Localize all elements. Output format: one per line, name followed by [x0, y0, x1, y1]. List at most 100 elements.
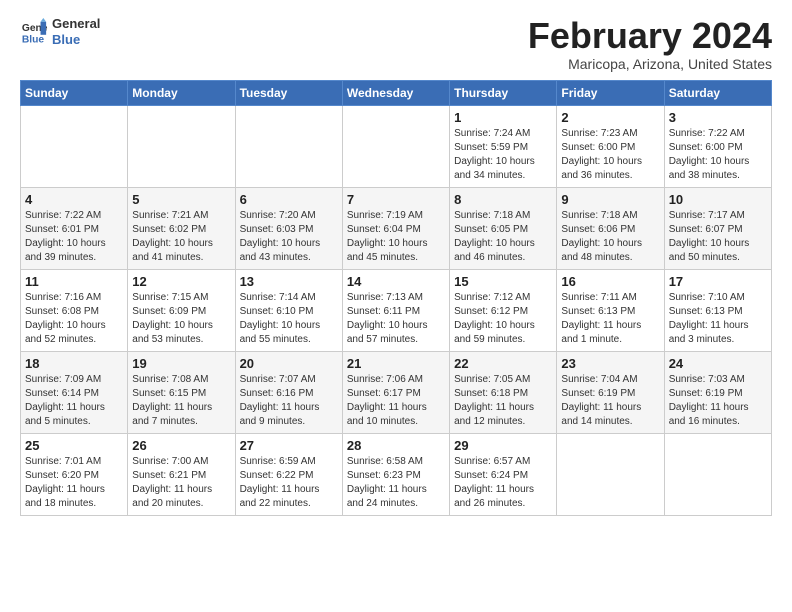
day-info: Sunrise: 7:19 AM Sunset: 6:04 PM Dayligh…: [347, 209, 445, 265]
day-info: Sunrise: 7:18 AM Sunset: 6:06 PM Dayligh…: [561, 209, 659, 265]
day-number: 16: [561, 274, 659, 289]
day-info: Sunrise: 6:57 AM Sunset: 6:24 PM Dayligh…: [454, 455, 552, 511]
day-info: Sunrise: 7:20 AM Sunset: 6:03 PM Dayligh…: [240, 209, 338, 265]
day-number: 10: [669, 192, 767, 207]
day-info: Sunrise: 6:59 AM Sunset: 6:22 PM Dayligh…: [240, 455, 338, 511]
day-number: 3: [669, 110, 767, 125]
calendar-cell: 27 Sunrise: 6:59 AM Sunset: 6:22 PM Dayli…: [235, 433, 342, 515]
day-number: 19: [132, 356, 230, 371]
calendar-week-row: 18Sunrise: 7:09 AM Sunset: 6:14 PM Dayli…: [21, 351, 772, 433]
calendar-cell: [21, 105, 128, 187]
calendar-cell: 19 Sunrise: 7:08 AM Sunset: 6:15 PM Dayli…: [128, 351, 235, 433]
month-title: February 2024: [528, 16, 772, 56]
day-number: 8: [454, 192, 552, 207]
day-number: 25: [25, 438, 123, 453]
calendar-cell: 26 Sunrise: 7:00 AM Sunset: 6:21 PM Dayli…: [128, 433, 235, 515]
calendar-cell: [557, 433, 664, 515]
day-number: 12: [132, 274, 230, 289]
calendar-cell: 9 Sunrise: 7:18 AM Sunset: 6:06 PM Daylig…: [557, 187, 664, 269]
day-info: Sunrise: 7:22 AM Sunset: 6:00 PM Dayligh…: [669, 127, 767, 183]
calendar-cell: 22Sunrise: 7:05 AM Sunset: 6:18 PM Dayli…: [450, 351, 557, 433]
subtitle: Maricopa, Arizona, United States: [528, 56, 772, 72]
day-number: 20: [240, 356, 338, 371]
calendar-cell: [235, 105, 342, 187]
calendar-cell: 11 Sunrise: 7:16 AM Sunset: 6:08 PM Dayli…: [21, 269, 128, 351]
day-info: Sunrise: 7:07 AM Sunset: 6:16 PM Dayligh…: [240, 373, 338, 429]
svg-text:Blue: Blue: [22, 34, 45, 45]
calendar-cell: 29 Sunrise: 6:57 AM Sunset: 6:24 PM Dayli…: [450, 433, 557, 515]
calendar-cell: 5Sunrise: 7:21 AM Sunset: 6:02 PM Daylig…: [128, 187, 235, 269]
day-info: Sunrise: 7:06 AM Sunset: 6:17 PM Dayligh…: [347, 373, 445, 429]
calendar-cell: [664, 433, 771, 515]
day-number: 13: [240, 274, 338, 289]
day-number: 5: [132, 192, 230, 207]
calendar-cell: 16 Sunrise: 7:11 AM Sunset: 6:13 PM Dayli…: [557, 269, 664, 351]
day-info: Sunrise: 7:09 AM Sunset: 6:14 PM Dayligh…: [25, 373, 123, 429]
title-block: February 2024 Maricopa, Arizona, United …: [528, 16, 772, 72]
day-number: 24: [669, 356, 767, 371]
weekday-header-friday: Friday: [557, 80, 664, 105]
day-info: Sunrise: 7:08 AM Sunset: 6:15 PM Dayligh…: [132, 373, 230, 429]
day-number: 26: [132, 438, 230, 453]
calendar-cell: 3 Sunrise: 7:22 AM Sunset: 6:00 PM Daylig…: [664, 105, 771, 187]
day-info: Sunrise: 7:18 AM Sunset: 6:05 PM Dayligh…: [454, 209, 552, 265]
calendar-cell: 2 Sunrise: 7:23 AM Sunset: 6:00 PM Daylig…: [557, 105, 664, 187]
day-info: Sunrise: 7:16 AM Sunset: 6:08 PM Dayligh…: [25, 291, 123, 347]
calendar-cell: 1 Sunrise: 7:24 AM Sunset: 5:59 PM Daylig…: [450, 105, 557, 187]
day-info: Sunrise: 7:12 AM Sunset: 6:12 PM Dayligh…: [454, 291, 552, 347]
calendar-cell: 10 Sunrise: 7:17 AM Sunset: 6:07 PM Dayli…: [664, 187, 771, 269]
calendar-cell: 18Sunrise: 7:09 AM Sunset: 6:14 PM Dayli…: [21, 351, 128, 433]
day-info: Sunrise: 7:13 AM Sunset: 6:11 PM Dayligh…: [347, 291, 445, 347]
day-info: Sunrise: 7:10 AM Sunset: 6:13 PM Dayligh…: [669, 291, 767, 347]
day-info: Sunrise: 7:24 AM Sunset: 5:59 PM Dayligh…: [454, 127, 552, 183]
calendar-cell: 28 Sunrise: 6:58 AM Sunset: 6:23 PM Dayli…: [342, 433, 449, 515]
weekday-header-wednesday: Wednesday: [342, 80, 449, 105]
header: General Blue General Blue February 2024 …: [20, 16, 772, 72]
day-number: 27: [240, 438, 338, 453]
weekday-header-row: SundayMondayTuesdayWednesdayThursdayFrid…: [21, 80, 772, 105]
day-number: 2: [561, 110, 659, 125]
calendar-week-row: 1 Sunrise: 7:24 AM Sunset: 5:59 PM Daylig…: [21, 105, 772, 187]
day-number: 23: [561, 356, 659, 371]
day-number: 9: [561, 192, 659, 207]
day-info: Sunrise: 7:03 AM Sunset: 6:19 PM Dayligh…: [669, 373, 767, 429]
calendar-cell: 23 Sunrise: 7:04 AM Sunset: 6:19 PM Dayli…: [557, 351, 664, 433]
day-info: Sunrise: 7:11 AM Sunset: 6:13 PM Dayligh…: [561, 291, 659, 347]
day-info: Sunrise: 7:23 AM Sunset: 6:00 PM Dayligh…: [561, 127, 659, 183]
day-number: 4: [25, 192, 123, 207]
logo-blue: Blue: [52, 32, 80, 47]
calendar-cell: [128, 105, 235, 187]
day-number: 14: [347, 274, 445, 289]
calendar-cell: 21Sunrise: 7:06 AM Sunset: 6:17 PM Dayli…: [342, 351, 449, 433]
day-info: Sunrise: 7:04 AM Sunset: 6:19 PM Dayligh…: [561, 373, 659, 429]
calendar-cell: 4 Sunrise: 7:22 AM Sunset: 6:01 PM Daylig…: [21, 187, 128, 269]
page-container: General Blue General Blue February 2024 …: [0, 0, 792, 526]
calendar-cell: 6Sunrise: 7:20 AM Sunset: 6:03 PM Daylig…: [235, 187, 342, 269]
weekday-header-saturday: Saturday: [664, 80, 771, 105]
day-info: Sunrise: 6:58 AM Sunset: 6:23 PM Dayligh…: [347, 455, 445, 511]
day-info: Sunrise: 7:14 AM Sunset: 6:10 PM Dayligh…: [240, 291, 338, 347]
day-number: 29: [454, 438, 552, 453]
logo-icon: General Blue: [20, 18, 48, 46]
calendar-cell: 17Sunrise: 7:10 AM Sunset: 6:13 PM Dayli…: [664, 269, 771, 351]
day-number: 15: [454, 274, 552, 289]
calendar-cell: 25Sunrise: 7:01 AM Sunset: 6:20 PM Dayli…: [21, 433, 128, 515]
day-info: Sunrise: 7:05 AM Sunset: 6:18 PM Dayligh…: [454, 373, 552, 429]
calendar-week-row: 25Sunrise: 7:01 AM Sunset: 6:20 PM Dayli…: [21, 433, 772, 515]
day-number: 7: [347, 192, 445, 207]
calendar-cell: 20 Sunrise: 7:07 AM Sunset: 6:16 PM Dayli…: [235, 351, 342, 433]
logo-general: General: [52, 16, 100, 31]
day-number: 1: [454, 110, 552, 125]
logo: General Blue General Blue: [20, 16, 100, 47]
weekday-header-monday: Monday: [128, 80, 235, 105]
calendar-week-row: 11 Sunrise: 7:16 AM Sunset: 6:08 PM Dayli…: [21, 269, 772, 351]
weekday-header-sunday: Sunday: [21, 80, 128, 105]
day-info: Sunrise: 7:17 AM Sunset: 6:07 PM Dayligh…: [669, 209, 767, 265]
calendar-cell: 14 Sunrise: 7:13 AM Sunset: 6:11 PM Dayli…: [342, 269, 449, 351]
weekday-header-tuesday: Tuesday: [235, 80, 342, 105]
calendar-cell: 7 Sunrise: 7:19 AM Sunset: 6:04 PM Daylig…: [342, 187, 449, 269]
day-number: 28: [347, 438, 445, 453]
day-info: Sunrise: 7:00 AM Sunset: 6:21 PM Dayligh…: [132, 455, 230, 511]
day-number: 11: [25, 274, 123, 289]
day-info: Sunrise: 7:22 AM Sunset: 6:01 PM Dayligh…: [25, 209, 123, 265]
